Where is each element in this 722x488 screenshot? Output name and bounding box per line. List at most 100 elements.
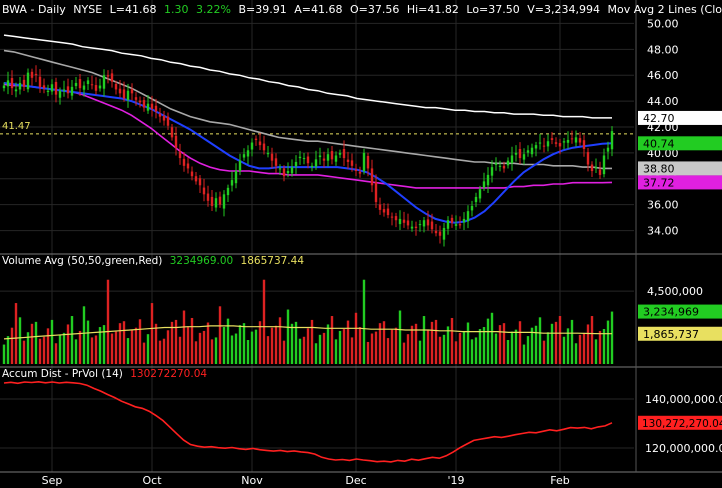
volume-bar <box>258 321 262 364</box>
candle-body <box>442 227 446 240</box>
volume-bar <box>86 320 90 364</box>
time-axis-label: Oct <box>142 474 162 487</box>
volume-bar <box>546 332 550 364</box>
volume-bar <box>506 340 510 364</box>
volume-bar <box>410 325 414 364</box>
candle-body <box>142 100 146 108</box>
candle-body <box>266 152 270 155</box>
candle-body <box>450 217 454 223</box>
volume-bar <box>234 333 238 364</box>
candle-body <box>514 152 518 155</box>
candle-body <box>6 80 10 87</box>
candle-body <box>42 85 46 89</box>
candle-body <box>550 138 554 140</box>
volume-bar <box>182 310 186 364</box>
volume-bar <box>42 336 46 364</box>
candle-body <box>478 189 482 199</box>
volume-bar <box>138 319 142 364</box>
volume-bar <box>590 316 594 364</box>
header-separator: - <box>30 3 37 16</box>
candle-body <box>134 97 138 100</box>
volume-bar <box>302 336 306 364</box>
candle-body <box>158 113 162 117</box>
volume-bar <box>230 335 234 364</box>
volume-bar <box>282 340 286 364</box>
candle-body <box>222 194 226 209</box>
candle-body <box>390 216 394 218</box>
candle-body <box>226 187 230 196</box>
grid-lines <box>0 0 634 472</box>
volume-bar <box>218 306 222 364</box>
volume-bar <box>274 325 278 364</box>
candle-body <box>570 138 574 140</box>
bid-price: B=39.91 <box>238 3 286 16</box>
volume-bar <box>458 332 462 364</box>
candle-body <box>438 231 442 236</box>
candle-body <box>294 161 298 167</box>
candle-body <box>546 141 550 147</box>
candle-body <box>58 90 62 98</box>
candle-body <box>374 182 378 203</box>
volume-bar <box>54 343 58 364</box>
candle-body <box>410 226 414 229</box>
volume-bar <box>318 334 322 364</box>
volume-bar <box>474 337 478 364</box>
candle-body <box>382 209 386 213</box>
candle-body <box>330 151 334 160</box>
moving-average-line <box>3 83 613 189</box>
time-axis-label: Sep <box>42 474 63 487</box>
volume-bar <box>154 323 158 364</box>
volume-badge-label: 1,865,737 <box>643 328 699 341</box>
candle-body <box>370 168 374 186</box>
volume-bar <box>214 337 218 364</box>
price-panel[interactable] <box>0 34 634 247</box>
volume-bar <box>122 321 126 364</box>
candle-body <box>146 103 150 111</box>
accum-dist-panel[interactable] <box>3 380 613 463</box>
candle-body <box>310 165 314 168</box>
volume-bar <box>454 341 458 364</box>
volume-bar <box>66 324 70 364</box>
candle-body <box>186 163 190 169</box>
volume-bar <box>470 339 474 364</box>
candle-body <box>398 218 402 225</box>
volume-bar <box>146 334 150 364</box>
volume-bar <box>186 326 190 364</box>
candle-body <box>538 142 542 144</box>
volume-bar <box>250 331 254 364</box>
candle-body <box>162 115 166 121</box>
price-change-pct: 3.22% <box>196 3 231 16</box>
candle-body <box>114 84 118 90</box>
volume-bar <box>102 325 106 364</box>
candle-body <box>150 103 154 109</box>
volume-bar <box>142 342 146 364</box>
volume-bar <box>202 330 206 364</box>
accum-tick-label: 140,000,000.00 <box>645 393 722 406</box>
candle-body <box>290 167 294 174</box>
volume-panel-header: Volume Avg (50,50,green,Red) 3234969.00 … <box>2 255 304 267</box>
candle-body <box>318 155 322 158</box>
volume-bar <box>134 327 138 364</box>
study-name: Mov Avg 2 Lines (Clos <box>608 3 722 16</box>
volume-bar <box>534 325 538 364</box>
candle-body <box>54 81 58 95</box>
volume-bar <box>38 338 42 364</box>
candle-body <box>426 219 430 226</box>
volume-bar <box>386 338 390 364</box>
volume-bar <box>242 323 246 364</box>
price-badge-label: 42.70 <box>643 112 675 125</box>
volume-bar <box>594 339 598 364</box>
volume-bar <box>94 335 98 364</box>
candle-body <box>262 143 266 151</box>
candle-body <box>10 78 14 89</box>
volume-panel[interactable] <box>2 279 614 364</box>
volume-bar <box>346 320 350 364</box>
volume-bar <box>514 329 518 364</box>
candle-body <box>486 174 490 186</box>
volume-bar <box>46 328 50 364</box>
price-tick-label: 34.00 <box>647 225 679 238</box>
candle-body <box>386 208 390 216</box>
volume-bar <box>438 336 442 364</box>
volume-bar <box>382 321 386 364</box>
volume-bar <box>6 336 10 364</box>
